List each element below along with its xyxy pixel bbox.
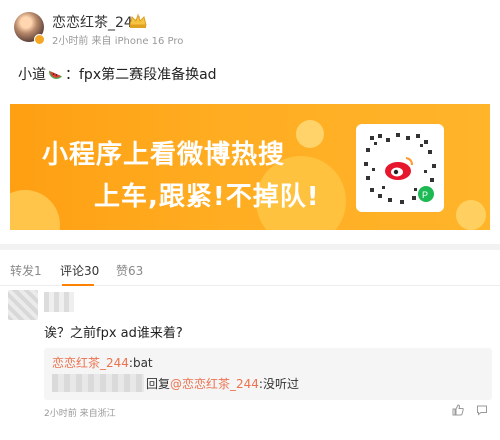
reply-text: :bat: [128, 356, 153, 370]
post-text-body: ：fpx第二赛段准备换ad: [65, 67, 217, 83]
post-header: 恋恋红茶_244 2小时前 来自 iPhone 16 Pro: [12, 10, 488, 48]
comment-reply-icon[interactable]: [476, 404, 488, 416]
thumbs-up-icon[interactable]: [452, 404, 464, 416]
mini-program-qr-code[interactable]: P: [356, 124, 444, 212]
verified-badge-icon: [34, 34, 45, 45]
banner-headline: 小程序上看微博热搜: [42, 140, 286, 170]
vip-crown-icon: [129, 13, 147, 28]
reply-thread[interactable]: 恋恋红茶_244:bat 回复@恋恋红茶_244:没听过: [44, 348, 492, 400]
tab-reposts[interactable]: 转发1: [10, 262, 42, 279]
svg-text:P: P: [422, 190, 428, 200]
hot-search-banner[interactable]: 小程序上看微博热搜 上车,跟紧!不掉队! P: [10, 104, 490, 230]
active-tab-indicator: [62, 284, 94, 286]
banner-subheadline: 上车,跟紧!不掉队!: [94, 182, 320, 212]
reply-username-blurred[interactable]: [52, 374, 144, 392]
tab-likes[interactable]: 赞63: [116, 262, 143, 279]
comment-meta: 2小时前 来自浙江: [44, 409, 116, 419]
reply-mention[interactable]: @恋恋红茶_244: [170, 377, 259, 391]
tab-comments[interactable]: 评论30: [60, 262, 99, 279]
comment-text: 诶？之前fpx ad谁来着?: [44, 326, 183, 341]
post-meta: 2小时前 来自 iPhone 16 Pro: [52, 36, 184, 47]
reply-item: 恋恋红茶_244:bat: [52, 354, 153, 371]
reply-item: 回复@恋恋红茶_244:没听过: [146, 375, 299, 392]
post-text: 小道 ：fpx第二赛段准备换ad: [18, 64, 217, 84]
commenter-avatar[interactable]: [8, 290, 38, 320]
reply-text: :没听过: [258, 377, 299, 391]
reply-username[interactable]: 恋恋红茶_244: [52, 356, 129, 370]
watermelon-emoji-icon: [48, 70, 63, 79]
qr-code-icon: P: [364, 133, 436, 204]
reply-prefix: 回复: [146, 377, 171, 391]
commenter-name-blurred[interactable]: [44, 292, 74, 312]
interaction-tabs: 转发1 评论30 赞63: [0, 244, 500, 286]
post-text-prefix: 小道: [18, 67, 46, 83]
